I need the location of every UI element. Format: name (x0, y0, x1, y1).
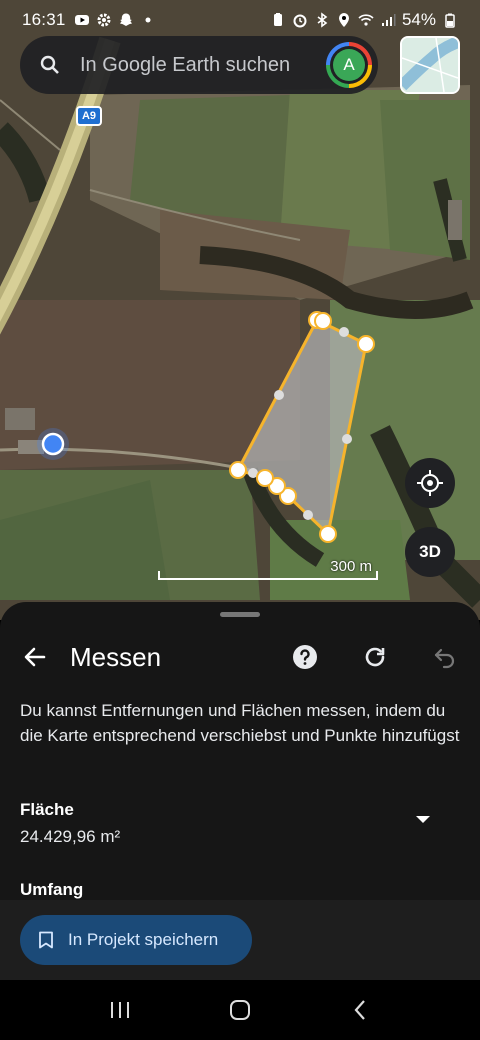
search-icon[interactable] (20, 36, 80, 94)
home-icon (230, 1000, 250, 1020)
measure-description: Du kannst Entfernungen und Flächen messe… (20, 701, 460, 745)
current-location-dot (41, 432, 65, 456)
my-location-icon (417, 470, 443, 496)
sheet-drag-handle[interactable] (220, 612, 260, 617)
refresh-icon (365, 647, 385, 667)
settings-icon (97, 13, 111, 27)
search-bar[interactable]: In Google Earth suchen A (20, 36, 378, 94)
vertex-handle (319, 525, 337, 543)
account-avatar[interactable]: A (326, 42, 372, 88)
save-button-label: In Projekt speichern (68, 930, 219, 949)
area-label: Fläche (20, 800, 74, 819)
vertex-handle (229, 461, 247, 479)
recent-apps-icon (111, 1002, 129, 1018)
vertex-handle (357, 335, 375, 353)
snapchat-icon (119, 13, 132, 26)
area-row[interactable]: Fläche 24.429,96 m² (20, 800, 440, 847)
midpoint-handle (303, 510, 313, 520)
status-time: 16:31 (22, 10, 66, 29)
youtube-icon (74, 15, 89, 25)
bluetooth-icon (317, 12, 328, 28)
help-icon (293, 645, 317, 669)
perimeter-label: Umfang (20, 880, 84, 899)
midpoint-handle (339, 327, 349, 337)
highway-label: A9 (76, 106, 102, 126)
home-button[interactable] (210, 985, 270, 1035)
alarm-icon (293, 14, 307, 28)
undo-button[interactable] (410, 632, 480, 682)
area-value: 24.429,96 m² (20, 827, 121, 846)
help-button[interactable] (270, 632, 340, 682)
recent-apps-button[interactable] (90, 985, 150, 1035)
undo-icon (434, 648, 455, 669)
map-style-button[interactable] (400, 36, 460, 94)
status-bar: 16:31 54% (0, 0, 480, 40)
midpoint-handle (342, 434, 352, 444)
system-nav-bar (0, 980, 480, 1040)
map-scale: 300 m (158, 558, 378, 580)
vertex-handle (256, 469, 274, 487)
scale-bar (158, 571, 378, 580)
sheet-title: Messen (70, 641, 162, 672)
arrow-back-icon (24, 647, 46, 667)
area-unit-dropdown-icon[interactable] (416, 816, 430, 823)
battery-percent: 54% (401, 10, 436, 29)
sheet-header: Messen (0, 632, 480, 682)
dot-icon (145, 17, 151, 23)
map-layer-icon (402, 38, 458, 92)
refresh-button[interactable] (340, 632, 410, 682)
location-pin-icon (338, 13, 349, 27)
satellite-map[interactable]: 16:31 54% In Google Earth suchen A A9 3D… (0, 0, 480, 620)
sheet-footer: In Projekt speichern (0, 900, 480, 980)
save-to-project-button[interactable]: In Projekt speichern (20, 915, 252, 965)
search-input[interactable]: In Google Earth suchen (80, 54, 326, 77)
midpoint-handle (274, 390, 284, 400)
battery-icon (445, 13, 455, 28)
avatar-letter: A (333, 49, 365, 81)
back-nav-button[interactable] (330, 985, 390, 1035)
back-button[interactable] (0, 632, 70, 682)
perimeter-row[interactable]: Umfang (20, 880, 440, 900)
signal-icon (381, 14, 396, 26)
vertex-handle (314, 312, 332, 330)
chevron-left-icon (354, 1000, 365, 1020)
wifi-icon (358, 14, 374, 26)
battery-saver-icon (273, 13, 282, 26)
bookmark-icon (39, 931, 53, 949)
my-location-button[interactable] (405, 458, 455, 508)
3d-toggle-button[interactable]: 3D (405, 527, 455, 577)
